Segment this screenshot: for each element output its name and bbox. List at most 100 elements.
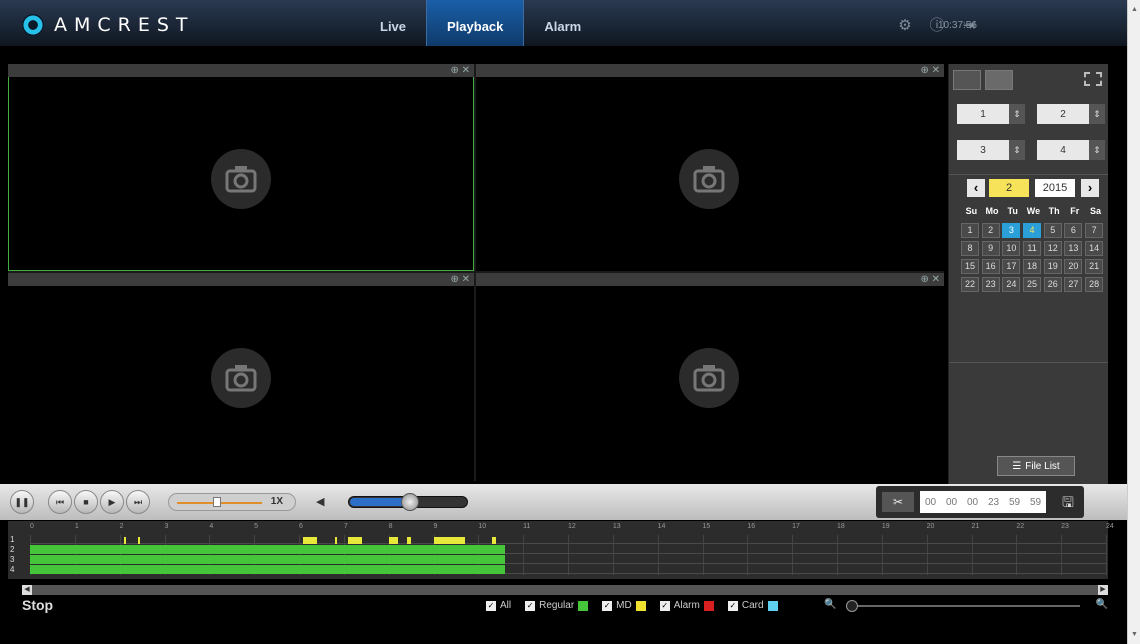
amcrest-logo[interactable]: AMCREST <box>22 14 195 36</box>
nav-live[interactable]: Live <box>360 0 426 46</box>
volume-icon[interactable]: ◀ <box>316 495 324 508</box>
spinner-icon[interactable]: ⇕ <box>1089 140 1105 160</box>
calendar-day[interactable]: 16 <box>981 259 1000 274</box>
calendar-day[interactable]: 27 <box>1064 277 1083 292</box>
next-month-button[interactable]: › <box>1081 179 1099 197</box>
pane-zoom-close-icons[interactable]: ⊕ ✕ <box>450 273 470 286</box>
calendar-day[interactable]: 17 <box>1002 259 1021 274</box>
timeline-channel-row[interactable]: 2 <box>10 537 1106 554</box>
channel-select-3[interactable]: 3 ⇕ <box>957 140 1025 160</box>
scroll-down-icon[interactable]: ▼ <box>1131 631 1138 638</box>
single-layout-button[interactable] <box>953 70 981 90</box>
volume-slider[interactable] <box>348 493 468 511</box>
timeline-channel-row[interactable]: 1 <box>10 535 1106 544</box>
calendar-day[interactable]: 11 <box>1023 241 1042 256</box>
clip-time-range[interactable]: 00 00 00 23 59 59 <box>920 491 1046 513</box>
checkbox-icon[interactable]: ✓ <box>727 600 738 611</box>
stop-button[interactable]: ■ <box>74 490 98 514</box>
pane-zoom-close-icons[interactable]: ⊕ ✕ <box>920 64 940 77</box>
video-pane-4[interactable]: ⊕ ✕ <box>476 273 944 481</box>
quad-layout-button[interactable] <box>985 70 1013 90</box>
legend-regular[interactable]: ✓ Regular <box>525 600 589 611</box>
next-frame-button[interactable]: ⏭ <box>126 490 150 514</box>
calendar-year[interactable]: 2015 <box>1035 179 1075 197</box>
regular-recording-segment[interactable] <box>30 545 506 554</box>
channel-select-1[interactable]: 1 ⇕ <box>957 104 1025 124</box>
scroll-right-icon[interactable]: ▶ <box>1098 585 1108 595</box>
timeline-channel-row[interactable]: 4 <box>10 565 1106 574</box>
channel-select-2[interactable]: 2 ⇕ <box>1037 104 1105 124</box>
calendar-day[interactable]: 3 <box>1002 223 1021 238</box>
prev-month-button[interactable]: ‹ <box>967 179 985 197</box>
calendar-day[interactable]: 25 <box>1023 277 1042 292</box>
checkbox-icon[interactable]: ✓ <box>525 600 536 611</box>
video-grid: ⊕ ✕ ⊕ ✕ ⊕ ✕ ⊕ ✕ <box>8 64 944 481</box>
fullscreen-icon[interactable] <box>1084 72 1102 86</box>
calendar-day[interactable]: 1 <box>961 223 979 238</box>
play-button[interactable]: ▶ <box>100 490 124 514</box>
calendar-day[interactable]: 23 <box>981 277 1000 292</box>
calendar-day[interactable]: 2 <box>981 223 1000 238</box>
gear-icon[interactable]: ⚙ <box>897 18 913 34</box>
checkbox-icon[interactable]: ✓ <box>486 600 496 611</box>
timeline-zoom[interactable]: 🔍 🔍 <box>824 599 1108 612</box>
volume-thumb[interactable] <box>401 493 419 511</box>
timeline-rows[interactable]: 1234 <box>10 535 1107 575</box>
calendar-day[interactable]: 13 <box>1064 241 1083 256</box>
nav-playback[interactable]: Playback <box>426 0 525 46</box>
prev-frame-button[interactable]: ⏮ <box>48 490 72 514</box>
speed-thumb[interactable] <box>213 497 221 507</box>
calendar-day[interactable]: 4 <box>1023 223 1042 238</box>
regular-recording-segment[interactable] <box>30 565 506 574</box>
calendar-day[interactable]: 7 <box>1085 223 1104 238</box>
calendar-day[interactable]: 22 <box>961 277 979 292</box>
calendar-day[interactable]: 19 <box>1043 259 1062 274</box>
zoom-thumb[interactable] <box>846 600 858 612</box>
save-icon[interactable]: 🖫 <box>1058 492 1078 512</box>
timeline-scrollbar[interactable]: ◀ ▶ <box>22 585 1108 595</box>
calendar-day[interactable]: 18 <box>1023 259 1042 274</box>
calendar-day[interactable]: 5 <box>1043 223 1062 238</box>
video-pane-1[interactable]: ⊕ ✕ <box>8 64 474 271</box>
calendar-day[interactable]: 10 <box>1002 241 1021 256</box>
calendar-day[interactable]: 24 <box>1002 277 1021 292</box>
pane-zoom-close-icons[interactable]: ⊕ ✕ <box>920 273 940 286</box>
scroll-up-icon[interactable]: ▲ <box>1131 6 1138 13</box>
zoom-out-icon[interactable]: 🔍 <box>824 599 836 610</box>
zoom-in-icon[interactable]: 🔍 <box>1096 599 1108 610</box>
spinner-icon[interactable]: ⇕ <box>1009 104 1025 124</box>
legend-md[interactable]: ✓ MD <box>602 600 646 611</box>
scissors-icon[interactable]: ✂ <box>882 492 914 512</box>
calendar-day[interactable]: 28 <box>1085 277 1104 292</box>
calendar-day[interactable]: 26 <box>1043 277 1062 292</box>
file-list-button[interactable]: ☰ File List <box>997 456 1075 476</box>
calendar-day[interactable]: 15 <box>961 259 979 274</box>
calendar-day[interactable]: 14 <box>1085 241 1104 256</box>
calendar-day[interactable]: 12 <box>1043 241 1062 256</box>
pause-button[interactable]: ❚❚ <box>10 490 34 514</box>
page-scrollbar[interactable]: ▲ ▼ <box>1127 0 1140 644</box>
channel-select-4[interactable]: 4 ⇕ <box>1037 140 1105 160</box>
calendar-day[interactable]: 8 <box>961 241 979 256</box>
video-pane-2[interactable]: ⊕ ✕ <box>476 64 944 271</box>
calendar-day[interactable]: 6 <box>1064 223 1083 238</box>
checkbox-icon[interactable]: ✓ <box>659 600 670 611</box>
legend-card[interactable]: ✓ Card <box>727 600 778 611</box>
speed-slider[interactable]: 1X <box>168 493 296 511</box>
timeline[interactable]: 0 1 2 3 4 5 6 7 8 9 10 11 12 13 14 15 16 17 18 19 20 21 22 23 24… <box>8 521 1114 579</box>
timeline-channel-row[interactable]: 3 <box>10 555 1106 564</box>
legend-all[interactable]: ✓ All <box>486 600 511 611</box>
scroll-left-icon[interactable]: ◀ <box>22 585 32 595</box>
spinner-icon[interactable]: ⇕ <box>1089 104 1105 124</box>
calendar-month[interactable]: 2 <box>989 179 1029 197</box>
legend-alarm[interactable]: ✓ Alarm <box>659 600 714 611</box>
regular-recording-segment[interactable] <box>30 555 506 564</box>
video-pane-3[interactable]: ⊕ ✕ <box>8 273 474 481</box>
calendar-day[interactable]: 21 <box>1085 259 1104 274</box>
checkbox-icon[interactable]: ✓ <box>602 600 613 611</box>
nav-alarm[interactable]: Alarm <box>524 0 601 46</box>
calendar-day[interactable]: 20 <box>1064 259 1083 274</box>
spinner-icon[interactable]: ⇕ <box>1009 140 1025 160</box>
calendar-day[interactable]: 9 <box>981 241 1000 256</box>
pane-zoom-close-icons[interactable]: ⊕ ✕ <box>450 64 470 77</box>
